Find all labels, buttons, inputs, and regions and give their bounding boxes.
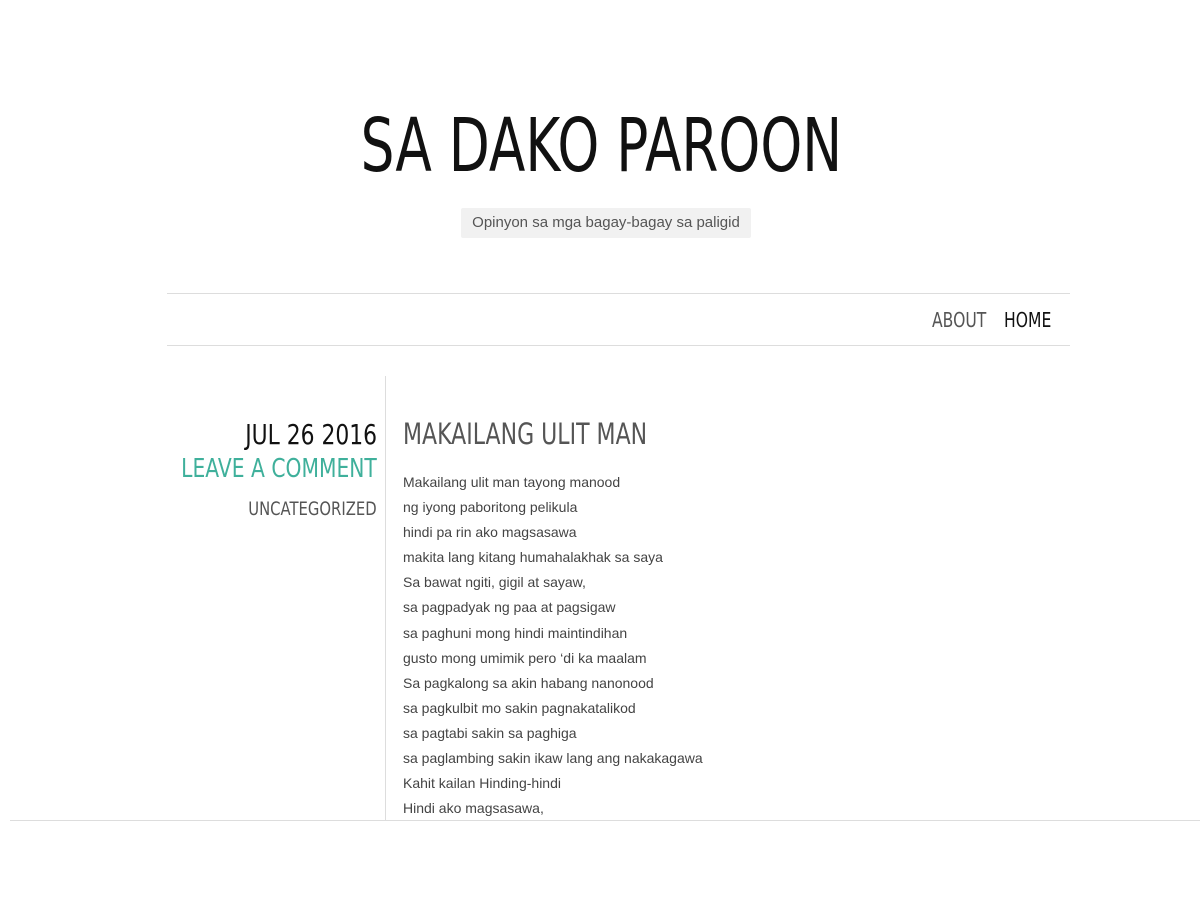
post-line: Kahit kailan Hinding-hindi xyxy=(403,775,561,792)
post-line: Sa bawat ngiti, gigil at sayaw, xyxy=(403,574,586,591)
site-title[interactable]: SA DAKO PAROON xyxy=(169,96,1033,196)
post-title[interactable]: MAKAILANG ULIT MAN xyxy=(403,415,647,453)
post-line: Makailang ulit man tayong manood xyxy=(403,474,621,490)
tagline-container: Opinyon sa mga bagay-bagay sa paligid xyxy=(0,208,1200,238)
meta-divider xyxy=(385,376,386,820)
post-category-link[interactable]: UNCATEGORIZED xyxy=(249,496,377,522)
leave-comment-link[interactable]: LEAVE A COMMENT xyxy=(181,452,377,486)
post-line: gusto mong umimik pero ‘di ka maalam xyxy=(403,649,647,666)
post-line: makita lang kitang humahalakhak sa saya xyxy=(403,549,663,566)
post-line: ng iyong paboritong pelikula xyxy=(403,499,578,516)
post-line: sa paglambing sakin ikaw lang ang nakaka… xyxy=(403,750,703,767)
nav-item-home[interactable]: HOME xyxy=(1004,306,1051,334)
post-line: sa paghuni mong hindi maintindihan xyxy=(403,624,628,641)
post-line: sa pagkulbit mo sakin pagnakatalikod xyxy=(403,699,636,716)
post-date[interactable]: JUL 26 2016 xyxy=(245,417,377,453)
post-content: Makailang ulit man tayong manood ng iyon… xyxy=(403,470,1003,821)
page: SA DAKO PAROON Opinyon sa mga bagay-baga… xyxy=(0,0,1200,900)
post-line: sa pagpadyak ng paa at pagsigaw xyxy=(403,599,616,616)
nav-item-about[interactable]: ABOUT xyxy=(932,306,986,334)
post-line: hindi pa rin ako magsasawa xyxy=(403,524,577,541)
site-tagline: Opinyon sa mga bagay-bagay sa paligid xyxy=(461,208,751,238)
post-line: sa pagtabi sakin sa paghiga xyxy=(403,724,577,741)
post-line: Sa pagkalong sa akin habang nanonood xyxy=(403,674,654,691)
page-fold-divider xyxy=(10,820,1200,821)
post-line: Hindi ako magsasawa, xyxy=(403,800,544,817)
main-navigation: ABOUT HOME xyxy=(167,293,1070,346)
